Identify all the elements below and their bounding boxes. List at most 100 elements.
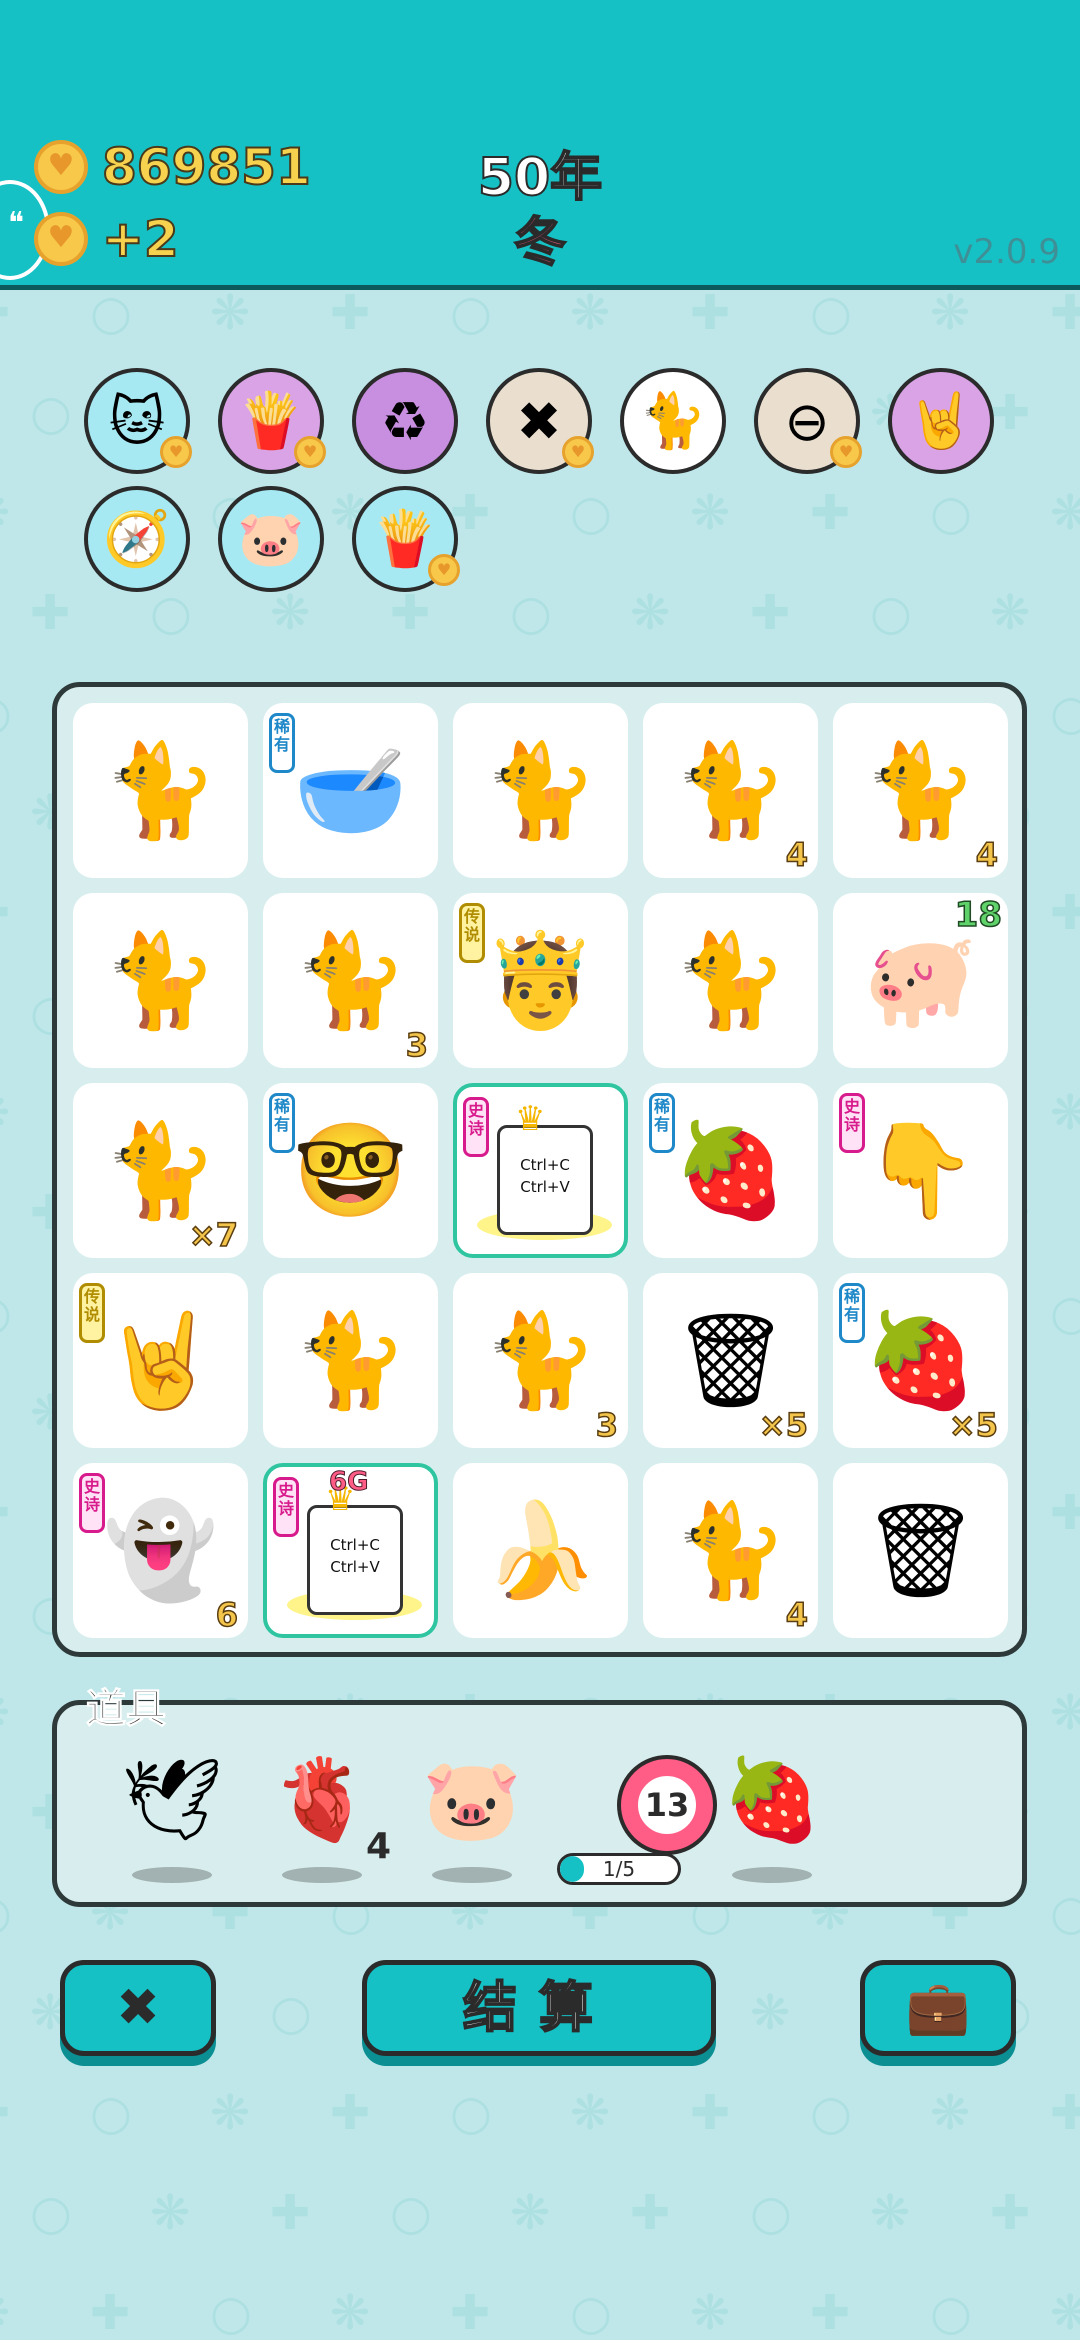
board-cell[interactable]: 🐈 [643, 893, 818, 1068]
copy-paste-card-icon: Ctrl+C Ctrl+V [307, 1505, 403, 1615]
coin-total: 869851 [101, 137, 312, 197]
board-cell[interactable]: Ctrl+C Ctrl+V ♛ 史诗 [453, 1083, 628, 1258]
board-cell[interactable]: 🤓 稀有 [263, 1083, 438, 1258]
items-panel: 13 1/5 🕊 🫀 4 🐷 🍓 [52, 1700, 1027, 1907]
rarity-tag: 史诗 [839, 1093, 865, 1153]
item-count: 4 [365, 1826, 391, 1867]
season-label: 冬 [513, 212, 567, 274]
skill-rock-hand-icon[interactable]: 🤘 [888, 368, 994, 474]
rarity-tag: 传说 [459, 903, 485, 963]
cat-icon: 🐈 [673, 926, 788, 1034]
skill-recycle-icon[interactable]: ♻ [352, 368, 458, 474]
rock-hand-icon: 🤘 [907, 389, 975, 452]
board-cell[interactable]: 🍌 [453, 1463, 628, 1638]
cat-icon: 🐈 [103, 926, 218, 1034]
garbage-bag-icon: 🗑 [862, 1496, 979, 1604]
card-line: Ctrl+C [520, 1156, 570, 1174]
target-counter[interactable]: 13 [617, 1755, 717, 1855]
minus-icon: ⊖ [784, 389, 830, 453]
board-cell[interactable]: 🍓 稀有 ×5 [833, 1273, 1008, 1448]
bag-button[interactable]: 💼 [860, 1960, 1016, 2056]
board-cell[interactable]: 🐈 [73, 703, 248, 878]
board-cell[interactable]: 🍓 稀有 [643, 1083, 818, 1258]
board-cell[interactable]: 🐖 18 [833, 893, 1008, 1068]
settle-label: 结算 [462, 1975, 615, 2040]
delete-tag-icon: ✖ [116, 1978, 160, 2038]
top-count: 18 [954, 894, 1003, 936]
stack-count: 4 [975, 835, 999, 875]
cat-hole-icon: 🐱 [108, 389, 166, 453]
stack-count: 6 [215, 1595, 239, 1635]
board-cell[interactable]: 🐈 [453, 703, 628, 878]
piggy-bank-icon: 🐷 [422, 1753, 522, 1846]
board-cell[interactable]: 🐈 ×7 [73, 1083, 248, 1258]
rarity-tag: 稀有 [269, 1093, 295, 1153]
skill-fries-icon[interactable]: 🍟 ♥ [352, 486, 460, 592]
level-badge: 6G [328, 1467, 369, 1498]
stack-count: 3 [595, 1405, 619, 1445]
delete-tag-icon: ✖ [516, 389, 562, 453]
delete-button[interactable]: ✖ [60, 1960, 216, 2056]
rarity-tag: 史诗 [79, 1473, 105, 1533]
dove-icon: 🕊 [121, 1753, 223, 1846]
stack-count: 4 [785, 1595, 809, 1635]
board-cell[interactable]: 🐈 3 [453, 1273, 628, 1448]
stack-count: ×5 [948, 1405, 999, 1445]
item-slot[interactable]: 🕊 [117, 1745, 227, 1883]
skill-minus-icon[interactable]: ⊖ ♥ [754, 368, 862, 474]
stack-count: ×7 [188, 1215, 239, 1255]
board-cell[interactable]: 🤘 传说 [73, 1273, 248, 1448]
board-cell[interactable]: 🐈 4 [833, 703, 1008, 878]
item-shadow [132, 1867, 212, 1883]
fries-icon: 🍟 [237, 389, 305, 452]
item-shadow [282, 1867, 362, 1883]
board-cell[interactable]: 🐈 [263, 1273, 438, 1448]
header-bar: 869851 +2 50年 冬 v2.0.9 [0, 0, 1080, 290]
game-board: 🐈 🥣 稀有 🐈 🐈 4 🐈 4 🐈 🐈 3 🤴 传说 🐈 🐖 18 🐈 ×7 🤓 稀有 Ctrl+C Ctrl+V ♛ 史诗… [52, 682, 1027, 1657]
board-cell[interactable]: 🐈 4 [643, 703, 818, 878]
settle-button[interactable]: 结算 [362, 1960, 716, 2056]
skill-piggy-bank-icon[interactable]: 🐷 [218, 486, 324, 592]
coin-icon: ♥ [428, 554, 460, 586]
stack-count: 4 [785, 835, 809, 875]
skill-cat-hole-icon[interactable]: 🐱 ♥ [84, 368, 192, 474]
item-shadow [732, 1867, 812, 1883]
board-cell[interactable]: Ctrl+C Ctrl+V ♛ 6G 史诗 [263, 1463, 438, 1638]
board-cell[interactable]: 🐈 4 [643, 1463, 818, 1638]
coin-icon: ♥ [160, 436, 192, 468]
version-label: v2.0.9 [953, 232, 1060, 272]
rarity-tag: 传说 [79, 1283, 105, 1343]
board-cell[interactable]: 🗑 ×5 [643, 1273, 818, 1448]
briefcase-icon: 💼 [905, 1978, 971, 2038]
item-slot[interactable]: 🐷 [417, 1745, 527, 1883]
rarity-tag: 稀有 [649, 1093, 675, 1153]
coin-icon: ♥ [294, 436, 326, 468]
target-progress-bar: 1/5 [557, 1853, 681, 1885]
skill-delete-tag-icon[interactable]: ✖ ♥ [486, 368, 594, 474]
board-cell[interactable]: 🗑 [833, 1463, 1008, 1638]
board-cell[interactable]: 👻 史诗 6 [73, 1463, 248, 1638]
rarity-tag: 稀有 [839, 1283, 865, 1343]
year-label: 50年 [477, 147, 603, 209]
card-line: Ctrl+V [520, 1178, 570, 1196]
board-cell[interactable]: 🐈 [73, 893, 248, 1068]
recycle-icon: ♻ [380, 389, 430, 453]
skill-compass-icon[interactable]: 🧭 [84, 486, 190, 592]
item-slot[interactable]: 🍓 [717, 1745, 827, 1883]
skill-fries-icon[interactable]: 🍟 ♥ [218, 368, 326, 474]
copy-paste-card-icon: Ctrl+C Ctrl+V [497, 1125, 593, 1235]
board-cell[interactable]: 🥣 稀有 [263, 703, 438, 878]
banana-icon: 🍌 [483, 1496, 598, 1604]
cat-icon: 🐈 [483, 736, 598, 844]
skill-two-cats-icon[interactable]: 🐈 [620, 368, 726, 474]
coin-income: +2 [101, 209, 180, 269]
board-cell[interactable]: 🐈 3 [263, 893, 438, 1068]
cat-icon: 🐈 [103, 736, 218, 844]
board-cell[interactable]: 👇 史诗 [833, 1083, 1008, 1258]
rarity-tag: 史诗 [463, 1097, 489, 1157]
coin-icon [34, 140, 88, 194]
stack-count: 3 [405, 1025, 429, 1065]
coin-icon: ♥ [830, 436, 862, 468]
board-cell[interactable]: 🤴 传说 [453, 893, 628, 1068]
item-slot[interactable]: 🫀 4 [267, 1745, 391, 1883]
